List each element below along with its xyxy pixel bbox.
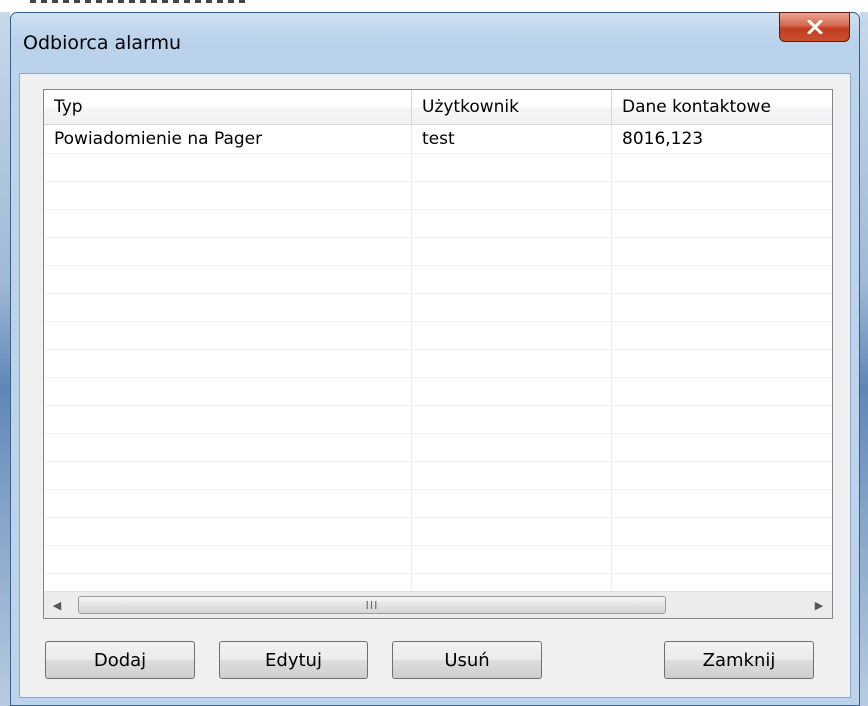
dialog-window: Odbiorca alarmu Typ Użytkownik Dane kont…: [10, 12, 860, 706]
row-gridline: [44, 237, 832, 238]
desktop-background-right: [860, 0, 868, 706]
close-button[interactable]: Zamknij: [664, 641, 814, 679]
horizontal-scrollbar[interactable]: ◀ III ▶: [44, 591, 832, 618]
list-header: Typ Użytkownik Dane kontaktowe: [44, 90, 832, 125]
column-header-user[interactable]: Użytkownik: [412, 90, 612, 124]
cell-user: test: [422, 129, 455, 149]
column-divider: [411, 125, 412, 591]
scroll-thumb[interactable]: III: [78, 596, 666, 614]
cell-contact: 8016,123: [622, 129, 704, 149]
close-window-button[interactable]: [779, 12, 850, 42]
cell-type: Powiadomienie na Pager: [54, 129, 263, 149]
dialog-client-area: Typ Użytkownik Dane kontaktowe Powiadomi…: [19, 73, 851, 698]
background-window-edge: [30, 0, 250, 3]
row-gridline: [44, 433, 832, 434]
desktop-background-top: [0, 0, 868, 12]
column-header-contact[interactable]: Dane kontaktowe: [612, 90, 832, 124]
row-gridline: [44, 573, 832, 574]
row-gridline: [44, 461, 832, 462]
column-divider: [611, 125, 612, 591]
desktop-background-left: [0, 0, 10, 706]
column-header-type[interactable]: Typ: [44, 90, 412, 124]
scroll-right-arrow-icon[interactable]: ▶: [806, 592, 832, 618]
grip-icon: III: [365, 598, 379, 612]
row-gridline: [44, 209, 832, 210]
row-gridline: [44, 349, 832, 350]
row-gridline: [44, 517, 832, 518]
row-gridline: [44, 405, 832, 406]
table-row[interactable]: Powiadomienie na Pager test 8016,123: [44, 125, 832, 153]
edit-button[interactable]: Edytuj: [219, 641, 368, 679]
row-gridline: [44, 545, 832, 546]
scroll-left-arrow-icon[interactable]: ◀: [44, 592, 70, 618]
row-gridline: [44, 153, 832, 154]
row-gridline: [44, 489, 832, 490]
add-button[interactable]: Dodaj: [45, 641, 195, 679]
title-bar[interactable]: Odbiorca alarmu: [11, 12, 859, 73]
row-gridline: [44, 181, 832, 182]
row-gridline: [44, 377, 832, 378]
close-x-icon: [807, 20, 822, 34]
row-gridline: [44, 265, 832, 266]
recipients-list[interactable]: Typ Użytkownik Dane kontaktowe Powiadomi…: [43, 89, 833, 619]
window-title: Odbiorca alarmu: [23, 32, 182, 54]
row-gridline: [44, 293, 832, 294]
delete-button[interactable]: Usuń: [392, 641, 542, 679]
row-gridline: [44, 321, 832, 322]
